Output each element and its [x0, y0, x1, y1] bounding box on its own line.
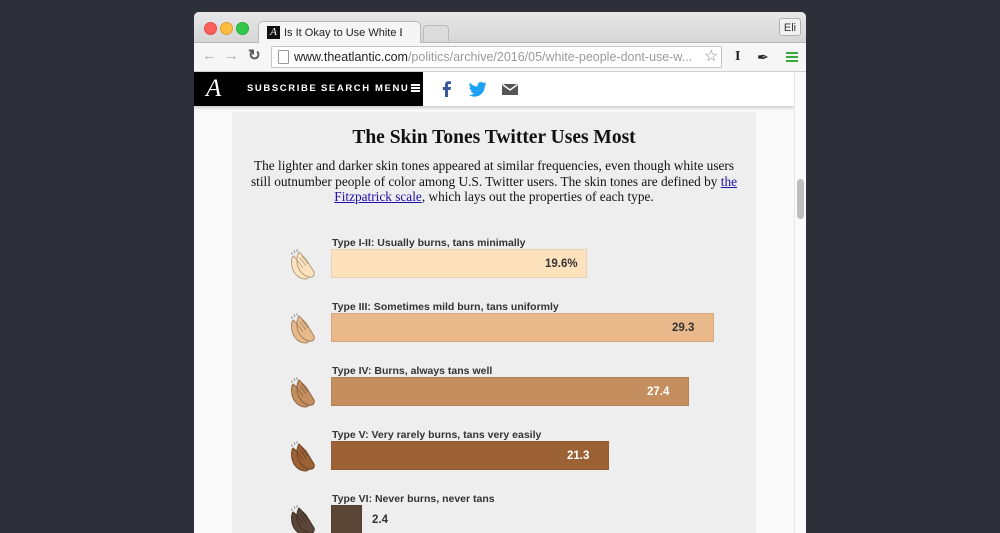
search-link[interactable]: SEARCH	[321, 83, 371, 95]
bar	[331, 313, 714, 342]
infographic: The Skin Tones Twitter Uses Most The lig…	[232, 112, 756, 533]
zoom-window-button[interactable]	[236, 22, 249, 35]
forward-icon[interactable]: →	[224, 46, 239, 66]
bar-value-label: 19.6%	[545, 258, 578, 270]
bar	[331, 377, 689, 406]
browser-menu-icon[interactable]	[786, 52, 798, 62]
scrollbar-thumb[interactable]	[797, 179, 804, 219]
description-text-end: , which lays out the properties of each …	[421, 189, 654, 204]
url-prefix: www.	[294, 50, 324, 64]
email-icon[interactable]	[500, 79, 520, 99]
url-host: theatlantic.com	[323, 50, 408, 64]
url-text: www.theatlantic.com/politics/archive/201…	[294, 50, 698, 65]
graphic-description: The lighter and darker skin tones appear…	[250, 158, 738, 205]
site-header: A SUBSCRIBE SEARCH MENU	[194, 72, 794, 106]
clapping-hands-icon	[288, 375, 322, 409]
site-header-nav: A SUBSCRIBE SEARCH MENU	[194, 72, 423, 106]
browser-window: A Is It Okay to Use White Emoji? Eli ← →…	[194, 12, 806, 533]
browser-tab[interactable]: A Is It Okay to Use White Emoji?	[258, 21, 421, 43]
browser-toolbar: ← → ↻ www.theatlantic.com/politics/archi…	[194, 43, 806, 72]
clapping-hands-icon	[288, 439, 322, 473]
subscribe-link[interactable]: SUBSCRIBE	[247, 83, 317, 95]
pin-extension-icon[interactable]: ✒	[757, 47, 769, 67]
title-bar: A Is It Okay to Use White Emoji? Eli	[194, 12, 806, 43]
reload-icon[interactable]: ↻	[248, 46, 261, 66]
instapaper-extension-icon[interactable]: I	[735, 47, 740, 67]
clapping-hands-icon	[288, 503, 322, 533]
page-viewport: A SUBSCRIBE SEARCH MENU The Skin Tones T…	[194, 72, 794, 533]
vertical-scrollbar[interactable]	[794, 72, 806, 533]
address-bar[interactable]: www.theatlantic.com/politics/archive/201…	[271, 46, 722, 68]
close-window-button[interactable]	[204, 22, 217, 35]
bar-value-label: 27.4	[647, 386, 670, 398]
description-text: The lighter and darker skin tones appear…	[250, 158, 734, 189]
bar-value-label: 2.4	[372, 514, 388, 526]
bar	[331, 505, 362, 533]
facebook-icon[interactable]	[437, 79, 457, 99]
bar-value-label: 29.3	[672, 322, 695, 334]
twitter-icon[interactable]	[468, 79, 488, 99]
tab-title: Is It Okay to Use White Emoji?	[284, 27, 402, 39]
back-icon[interactable]: ←	[202, 46, 217, 66]
page-icon	[278, 50, 289, 64]
minimize-window-button[interactable]	[220, 22, 233, 35]
new-tab-button[interactable]	[423, 25, 449, 41]
hamburger-icon	[411, 84, 421, 92]
menu-label: MENU	[375, 83, 410, 94]
bookmark-star-icon[interactable]: ☆	[704, 48, 718, 66]
bar-value-label: 21.3	[567, 450, 590, 462]
clapping-hands-icon	[288, 247, 322, 281]
menu-link[interactable]: MENU	[375, 83, 421, 95]
graphic-title: The Skin Tones Twitter Uses Most	[352, 127, 636, 148]
url-path: /politics/archive/2016/05/white-people-d…	[407, 50, 693, 64]
atlantic-logo[interactable]: A	[206, 75, 221, 103]
clapping-hands-icon	[288, 311, 322, 345]
atlantic-favicon-icon: A	[267, 26, 280, 39]
profile-button[interactable]: Eli	[779, 18, 801, 36]
